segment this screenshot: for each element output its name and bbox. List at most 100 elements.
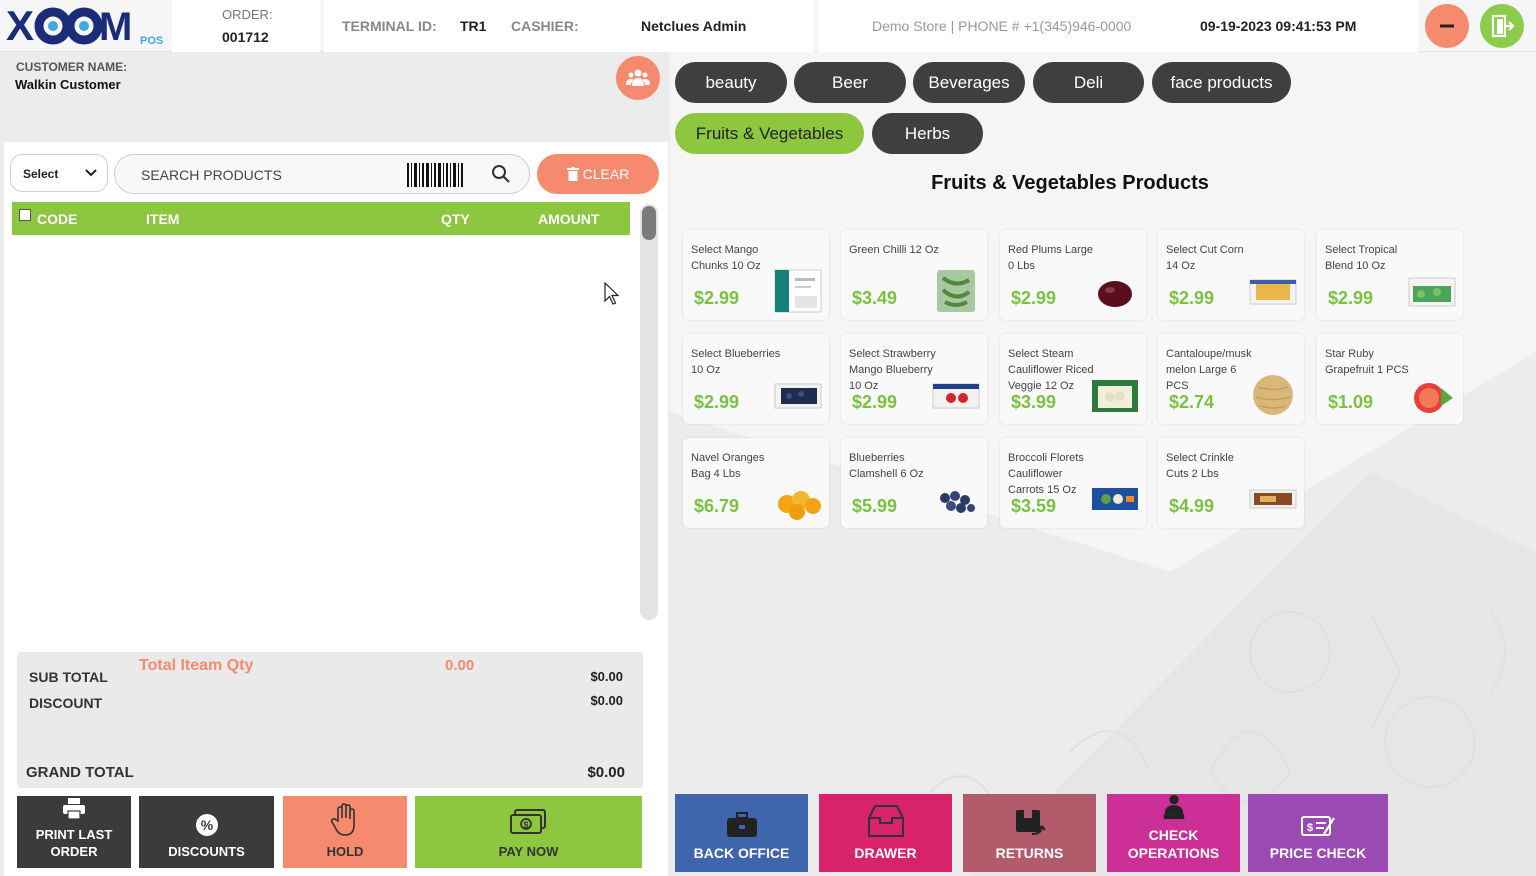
select-all-checkbox[interactable]	[19, 209, 31, 221]
product-card[interactable]: Navel Oranges Bag 4 Lbs $6.79	[683, 438, 829, 528]
subtotal-label: SUB TOTAL	[29, 669, 108, 685]
product-card[interactable]: Blueberries Clamshell 6 Oz $5.99	[841, 438, 987, 528]
product-card[interactable]: Cantaloupe/musk melon Large 6 PCS $2.74	[1158, 334, 1304, 424]
clear-cart-button[interactable]: CLEAR	[537, 154, 659, 194]
subtotal-value: $0.00	[590, 669, 623, 684]
product-card[interactable]: Select Cut Corn 14 Oz $2.99	[1158, 230, 1304, 320]
broccoli-cauliflower-carrots-product-image	[1092, 488, 1138, 510]
order-number: 001712	[222, 29, 269, 45]
category-deli[interactable]: Deli	[1033, 62, 1144, 103]
terminal-label: TERMINAL ID:	[342, 18, 437, 34]
briefcase-icon	[726, 812, 757, 837]
category-beauty[interactable]: beauty	[675, 62, 787, 103]
strawberry-mango-blueberry-product-image	[932, 383, 980, 409]
product-card[interactable]: Select Tropical Blend 10 Oz $2.99	[1317, 230, 1463, 320]
category-herbs[interactable]: Herbs	[872, 113, 983, 154]
product-card[interactable]: Select Blueberries 10 Oz $2.99	[683, 334, 829, 424]
print-last-order-button[interactable]: PRINT LAST ORDER	[17, 796, 131, 868]
cart-panel: CUSTOMER NAME: Walkin Customer Select SE…	[0, 52, 670, 876]
product-card[interactable]: Select Strawberry Mango Blueberry 10 Oz …	[841, 334, 987, 424]
pay-now-label: PAY NOW	[498, 844, 559, 859]
xoom-pos-logo: X M POS	[6, 2, 166, 49]
green-chilli-product-image	[937, 270, 975, 312]
category-beverages[interactable]: Beverages	[913, 62, 1025, 103]
trash-icon	[566, 167, 579, 181]
category-face-products[interactable]: face products	[1152, 62, 1291, 103]
product-name: Select Mango Chunks 10 Oz	[691, 244, 761, 272]
return-box-icon	[1015, 810, 1046, 835]
search-type-select[interactable]: Select	[10, 154, 108, 192]
cart-scrollbar-thumb[interactable]	[642, 206, 656, 240]
back-office-button[interactable]: BACK OFFICE	[675, 794, 808, 872]
product-name: Select Blueberries 10 Oz	[691, 348, 781, 376]
pay-now-button[interactable]: $ PAY NOW	[415, 796, 642, 868]
minus-icon	[1440, 24, 1454, 28]
product-price: $4.99	[1169, 496, 1215, 516]
search-icon[interactable]	[491, 164, 511, 184]
discount-label: DISCOUNT	[29, 695, 103, 711]
column-item: ITEM	[146, 211, 180, 227]
product-price: $2.99	[1011, 288, 1057, 308]
red-plums-product-image	[1098, 281, 1132, 307]
cart-grid-header: CODE ITEM QTY AMOUNT	[12, 202, 630, 235]
product-price: $2.74	[1169, 392, 1215, 412]
product-price: $2.99	[1328, 288, 1374, 308]
grapefruit-product-image	[1414, 383, 1453, 413]
price-check-button[interactable]: $ PRICE CHECK	[1248, 794, 1388, 872]
total-item-qty-value: 0.00	[445, 657, 475, 674]
logout-button[interactable]	[1480, 4, 1524, 48]
cashier-value: Netclues Admin	[641, 18, 747, 34]
product-card[interactable]: Select Steam Cauliflower Riced Veggie 12…	[1000, 334, 1146, 424]
chevron-down-icon	[85, 169, 97, 177]
category-fruits-vegetables[interactable]: Fruits & Vegetables	[675, 113, 864, 154]
column-code: CODE	[37, 211, 78, 227]
product-card[interactable]: Star Ruby Grapefruit 1 PCS $1.09	[1317, 334, 1463, 424]
category-label: Herbs	[904, 123, 951, 143]
print-last-order-label: PRINT LAST ORDER	[35, 827, 113, 859]
minimize-button[interactable]	[1425, 4, 1469, 48]
search-placeholder: SEARCH PRODUCTS	[141, 167, 282, 183]
drawer-label: DRAWER	[854, 845, 917, 861]
svg-text:POS: POS	[140, 35, 163, 47]
product-name: Cantaloupe/musk melon Large 6 PCS	[1166, 348, 1252, 392]
product-price: $1.09	[1328, 392, 1374, 412]
svg-text:$: $	[1307, 822, 1313, 834]
svg-text:X: X	[6, 4, 34, 48]
totals-panel: Total Iteam Qty 0.00 SUB TOTAL $0.00 DIS…	[17, 652, 643, 788]
select-customer-button[interactable]	[616, 56, 660, 100]
barcode-icon[interactable]	[407, 163, 463, 187]
datetime: 09-19-2023 09:41:53 PM	[1200, 18, 1357, 34]
product-card[interactable]: Select Crinkle Cuts 2 Lbs $4.99	[1158, 438, 1304, 528]
product-card[interactable]: Green Chilli 12 Oz $3.49	[841, 230, 987, 320]
product-card[interactable]: Broccoli Florets Cauliflower Carrots 15 …	[1000, 438, 1146, 528]
cut-corn-product-image	[1249, 279, 1297, 305]
product-panel: beauty Beer Beverages Deli face products…	[670, 52, 1536, 876]
drawer-button[interactable]: DRAWER	[819, 794, 952, 872]
returns-label: RETURNS	[995, 845, 1064, 861]
product-card[interactable]: Red Plums Large 0 Lbs $2.99	[1000, 230, 1146, 320]
product-search-input[interactable]: SEARCH PRODUCTS	[114, 154, 530, 194]
svg-text:M: M	[99, 5, 132, 48]
cart-scrollbar[interactable]	[640, 204, 658, 620]
cantaloupe-product-image	[1253, 375, 1293, 415]
product-card[interactable]: Select Mango Chunks 10 Oz $2.99	[683, 230, 829, 320]
returns-button[interactable]: RETURNS	[963, 794, 1096, 872]
discounts-button[interactable]: % DISCOUNTS	[139, 796, 274, 868]
category-label: beauty	[705, 72, 757, 92]
product-price: $2.99	[852, 392, 898, 412]
product-price: $3.99	[1011, 392, 1057, 412]
order-cell: ORDER: 001712	[172, 0, 320, 52]
back-office-label: BACK OFFICE	[693, 845, 790, 861]
clear-label: CLEAR	[582, 166, 630, 182]
product-name: Blueberries Clamshell 6 Oz	[849, 452, 924, 480]
category-label: Beverages	[928, 72, 1010, 92]
svg-text:%: %	[200, 817, 213, 833]
hold-button[interactable]: HOLD	[283, 796, 407, 868]
product-name: Select Strawberry Mango Blueberry 10 Oz	[849, 348, 936, 392]
category-beer[interactable]: Beer	[794, 62, 906, 103]
top-header: X M POS ORDER: 001712 TERMINAL ID: TR1 C…	[0, 0, 1536, 52]
product-name: Select Tropical Blend 10 Oz	[1325, 244, 1398, 272]
check-operations-button[interactable]: CHECK OPERATIONS	[1107, 794, 1240, 872]
discounts-label: DISCOUNTS	[168, 844, 245, 859]
product-price: $2.99	[1169, 288, 1215, 308]
